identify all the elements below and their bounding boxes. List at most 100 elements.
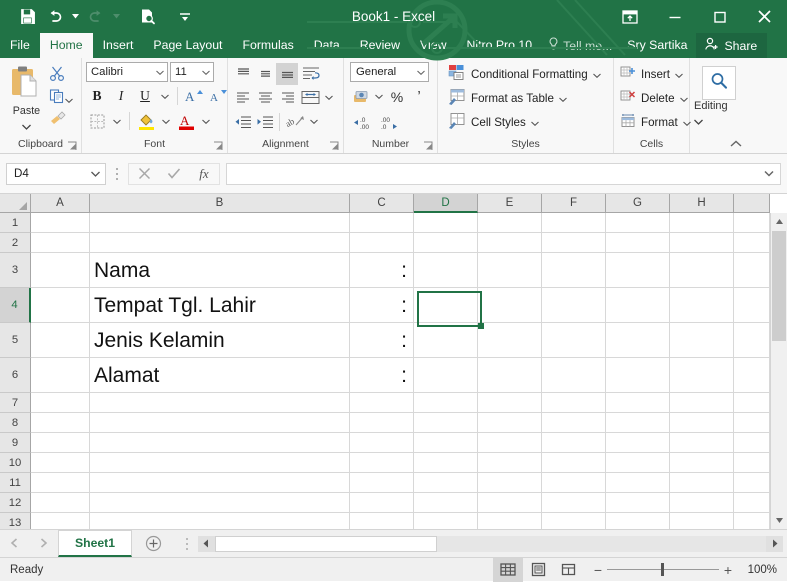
normal-view-icon[interactable]: [493, 557, 523, 582]
cell-B1[interactable]: [90, 213, 350, 233]
middle-align-button[interactable]: [254, 63, 276, 85]
cell-D1[interactable]: [414, 213, 478, 233]
increase-indent-button[interactable]: [254, 111, 276, 133]
horizontal-scrollbar[interactable]: [197, 535, 783, 552]
font-size-input[interactable]: 11: [170, 62, 214, 82]
undo-icon[interactable]: [42, 4, 68, 30]
conditional-formatting-dropdown-icon[interactable]: [592, 68, 601, 81]
cell-E12[interactable]: [478, 493, 542, 513]
row-header-1[interactable]: 1: [0, 213, 31, 233]
collapse-ribbon-icon[interactable]: [729, 137, 743, 151]
cell-B5[interactable]: Jenis Kelamin: [90, 323, 350, 358]
cell-H6[interactable]: [670, 358, 734, 393]
delete-cells-button[interactable]: Delete: [620, 86, 688, 110]
row-header-3[interactable]: 3: [0, 253, 31, 288]
cancel-formula-icon[interactable]: [129, 163, 159, 184]
cell-H11[interactable]: [670, 473, 734, 493]
cut-button[interactable]: [49, 65, 77, 86]
cell-styles-dropdown-icon[interactable]: [530, 116, 539, 129]
row-header-2[interactable]: 2: [0, 233, 31, 253]
cell-D3[interactable]: [414, 253, 478, 288]
borders-dropdown-icon[interactable]: [110, 110, 124, 132]
cell-D9[interactable]: [414, 433, 478, 453]
previous-sheet-icon[interactable]: [10, 535, 19, 553]
cell-C1[interactable]: [350, 213, 414, 233]
wrap-text-button[interactable]: [298, 63, 324, 85]
row-header-12[interactable]: 12: [0, 493, 31, 513]
tab-view[interactable]: View: [410, 33, 456, 58]
cell-x1[interactable]: [734, 213, 770, 233]
page-layout-view-icon[interactable]: [523, 558, 553, 582]
cell-A7[interactable]: [31, 393, 90, 413]
select-all-button[interactable]: [0, 194, 31, 213]
print-preview-icon[interactable]: [134, 4, 160, 30]
format-as-table-button[interactable]: Format as Table: [446, 86, 567, 110]
cell-H2[interactable]: [670, 233, 734, 253]
column-header-f[interactable]: F: [542, 194, 606, 213]
cell-x9[interactable]: [734, 433, 770, 453]
column-header-c[interactable]: C: [350, 194, 414, 213]
fill-color-button[interactable]: [135, 110, 157, 132]
cell-C12[interactable]: [350, 493, 414, 513]
cell-F9[interactable]: [542, 433, 606, 453]
copy-button[interactable]: [49, 88, 77, 109]
undo-dropdown-icon[interactable]: [70, 4, 81, 30]
delete-cells-dropdown-icon[interactable]: [679, 92, 688, 105]
underline-button[interactable]: U: [134, 85, 156, 107]
cell-H12[interactable]: [670, 493, 734, 513]
cell-F10[interactable]: [542, 453, 606, 473]
restore-icon[interactable]: [697, 0, 742, 33]
font-dialog-launcher-icon[interactable]: [213, 141, 223, 153]
cell-x8[interactable]: [734, 413, 770, 433]
cell-F11[interactable]: [542, 473, 606, 493]
cell-D2[interactable]: [414, 233, 478, 253]
increase-decimal-button[interactable]: .0.00: [350, 112, 377, 134]
page-break-preview-icon[interactable]: [553, 558, 583, 582]
scroll-up-icon[interactable]: [771, 213, 787, 230]
horizontal-scroll-track[interactable]: [214, 535, 766, 552]
clipboard-dialog-launcher-icon[interactable]: [67, 141, 77, 153]
cell-D13[interactable]: [414, 513, 478, 529]
user-name[interactable]: Sry Sartika: [618, 33, 696, 58]
row-header-8[interactable]: 8: [0, 413, 31, 433]
scroll-down-icon[interactable]: [771, 512, 787, 529]
cell-H7[interactable]: [670, 393, 734, 413]
tab-file[interactable]: File: [0, 33, 40, 58]
tab-nitro-pro[interactable]: Nitro Pro 10: [456, 33, 542, 58]
tab-data[interactable]: Data: [304, 33, 350, 58]
cell-G6[interactable]: [606, 358, 670, 393]
conditional-formatting-button[interactable]: Conditional Formatting: [446, 62, 601, 86]
editing-button[interactable]: [702, 66, 736, 100]
cell-F3[interactable]: [542, 253, 606, 288]
zoom-in-button[interactable]: +: [719, 562, 737, 578]
cell-E11[interactable]: [478, 473, 542, 493]
cell-A8[interactable]: [31, 413, 90, 433]
cell-x13[interactable]: [734, 513, 770, 529]
cell-E7[interactable]: [478, 393, 542, 413]
cell-E5[interactable]: [478, 323, 542, 358]
scroll-right-icon[interactable]: [766, 535, 783, 552]
enter-formula-icon[interactable]: [159, 163, 189, 184]
row-header-7[interactable]: 7: [0, 393, 31, 413]
formula-bar-expand-icon[interactable]: [764, 164, 774, 184]
top-align-button[interactable]: [232, 63, 254, 85]
cell-E6[interactable]: [478, 358, 542, 393]
minimize-icon[interactable]: [652, 0, 697, 33]
cell-H9[interactable]: [670, 433, 734, 453]
cell-A1[interactable]: [31, 213, 90, 233]
bottom-align-button[interactable]: [276, 62, 298, 85]
cell-C3[interactable]: :: [350, 253, 414, 288]
cell-H10[interactable]: [670, 453, 734, 473]
cell-E4[interactable]: [478, 288, 542, 323]
paste-dropdown-icon[interactable]: [21, 117, 31, 135]
horizontal-scroll-thumb[interactable]: [214, 535, 437, 552]
cell-B12[interactable]: [90, 493, 350, 513]
cell-D10[interactable]: [414, 453, 478, 473]
cell-A2[interactable]: [31, 233, 90, 253]
cell-F8[interactable]: [542, 413, 606, 433]
center-button[interactable]: [254, 87, 276, 109]
tab-page-layout[interactable]: Page Layout: [143, 33, 232, 58]
cell-H3[interactable]: [670, 253, 734, 288]
cell-F2[interactable]: [542, 233, 606, 253]
cell-C2[interactable]: [350, 233, 414, 253]
